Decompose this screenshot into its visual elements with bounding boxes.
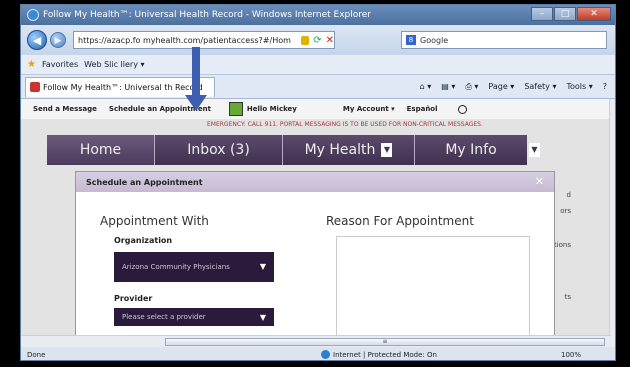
security-zone[interactable]: Internet | Protected Mode: On	[321, 350, 437, 359]
nav-inbox[interactable]: Inbox (3)	[155, 135, 283, 165]
search-placeholder: Google	[420, 35, 449, 45]
provider-select[interactable]: Please select a provider ▼	[114, 308, 274, 326]
greeting-text: Hello Mickey	[246, 105, 297, 113]
lock-icon	[301, 35, 310, 45]
send-message-link[interactable]: Send a Message	[33, 105, 97, 113]
safety-menu[interactable]: Safety ▾	[524, 82, 556, 92]
browser-window: Follow My Health™: Universal Health Reco…	[20, 4, 616, 361]
avatar	[228, 102, 243, 116]
refresh-icon[interactable]: ⟳	[313, 35, 321, 46]
home-icon[interactable]: ⌂ ▾	[420, 82, 432, 92]
favorites-button[interactable]: Favorites	[42, 60, 78, 69]
language-link[interactable]: Español	[407, 105, 438, 113]
chevron-down-icon: ▼	[259, 312, 266, 322]
tab-row: Follow My Health™: Universal th Record ⌂…	[21, 75, 615, 99]
favorites-star-icon: ★	[27, 59, 36, 70]
help-icon[interactable]: ?	[603, 82, 607, 92]
web-slice-gallery-link[interactable]: Web Slic llery ▾	[84, 60, 144, 69]
window-close-button[interactable]: ✕	[577, 7, 611, 21]
status-bar: Done Internet | Protected Mode: On 100%	[21, 347, 615, 360]
feeds-icon[interactable]: ▤ ▾	[441, 82, 455, 92]
tab-title: Follow My Health™: Universal th Record	[43, 82, 203, 92]
my-account-menu[interactable]: My Account ▾	[343, 105, 395, 113]
print-icon[interactable]: ⎙ ▾	[465, 82, 478, 92]
chevron-down-icon[interactable]: ▼	[529, 143, 540, 157]
command-bar: ⌂ ▾ ▤ ▾ ⎙ ▾ Page ▾ Safety ▾ Tools ▾ ?	[420, 82, 607, 92]
provider-placeholder: Please select a provider	[122, 313, 206, 321]
side-fragment-2: ors	[560, 207, 571, 215]
url-text: https://azacp.fo myhealth.com/patientacc…	[78, 35, 291, 45]
nav-home[interactable]: Home	[47, 135, 155, 165]
tab-favicon	[30, 82, 40, 92]
favorites-bar: ★ Favorites Web Slic llery ▾	[21, 55, 615, 75]
appointment-with-heading: Appointment With	[100, 214, 209, 228]
close-icon[interactable]: ✕	[535, 175, 544, 188]
address-row: ◀ ▶ https://azacp.fo myhealth.com/patien…	[21, 25, 615, 55]
schedule-appointment-modal: Schedule an Appointment ✕ Appointment Wi…	[75, 171, 555, 335]
back-button[interactable]: ◀	[27, 30, 47, 50]
globe-icon	[321, 350, 330, 359]
nav-my-info[interactable]: My Info	[415, 135, 527, 165]
nav-info-label: My Info	[445, 142, 497, 158]
status-text: Done	[27, 350, 46, 359]
emergency-notice: EMERGENCY: CALL 911. PORTAL MESSAGING IS…	[207, 121, 483, 128]
organization-label: Organization	[114, 236, 173, 245]
side-fragment-3: tions	[553, 241, 571, 249]
zoom-level[interactable]: 100%	[561, 351, 581, 359]
google-icon: 8	[406, 35, 416, 45]
page-menu[interactable]: Page ▾	[488, 82, 514, 92]
stop-icon[interactable]: ✕	[326, 35, 334, 46]
reason-heading: Reason For Appointment	[326, 214, 474, 228]
maximize-button[interactable]: □	[554, 7, 576, 21]
main-nav: Home Inbox (3) My Health ▼ My Info	[47, 135, 527, 165]
window-title: Follow My Health™: Universal Health Reco…	[43, 10, 371, 20]
browser-tab[interactable]: Follow My Health™: Universal th Record	[25, 76, 215, 97]
annotation-arrow	[185, 47, 207, 113]
organization-select[interactable]: Arizona Community Physicians ▼	[114, 252, 274, 282]
utility-bar: Send a Message Schedule an Appointment H…	[21, 99, 611, 119]
vertical-scrollbar[interactable]	[609, 99, 615, 335]
horizontal-scrollbar[interactable]: ≡	[21, 335, 611, 347]
nav-my-health[interactable]: My Health ▼	[283, 135, 415, 165]
window-titlebar: Follow My Health™: Universal Health Reco…	[21, 5, 615, 25]
chevron-down-icon: ▼	[259, 262, 266, 271]
chevron-down-icon[interactable]: ▼	[381, 143, 393, 157]
nav-inbox-label: Inbox (3)	[187, 142, 250, 158]
reason-textarea[interactable]	[336, 236, 530, 335]
forward-button[interactable]: ▶	[50, 32, 66, 48]
modal-header: Schedule an Appointment ✕	[76, 172, 554, 192]
zone-text: Internet | Protected Mode: On	[333, 350, 437, 359]
address-bar[interactable]: https://azacp.fo myhealth.com/patientacc…	[73, 31, 335, 49]
scroll-thumb[interactable]: ≡	[165, 338, 605, 346]
nav-home-label: Home	[79, 142, 122, 158]
search-input[interactable]: 8 Google	[401, 31, 607, 49]
provider-label: Provider	[114, 294, 153, 303]
modal-title: Schedule an Appointment	[86, 177, 203, 187]
organization-value: Arizona Community Physicians	[122, 263, 230, 271]
tools-menu[interactable]: Tools ▾	[566, 82, 592, 92]
ie-logo-icon	[27, 9, 39, 21]
page-content: Send a Message Schedule an Appointment H…	[21, 99, 611, 335]
side-fragment-1: d	[566, 191, 571, 199]
minimize-button[interactable]: –	[531, 7, 553, 21]
nav-health-label: My Health	[304, 142, 376, 158]
side-fragment-4: ts	[564, 293, 571, 301]
search-icon[interactable]	[457, 104, 467, 114]
